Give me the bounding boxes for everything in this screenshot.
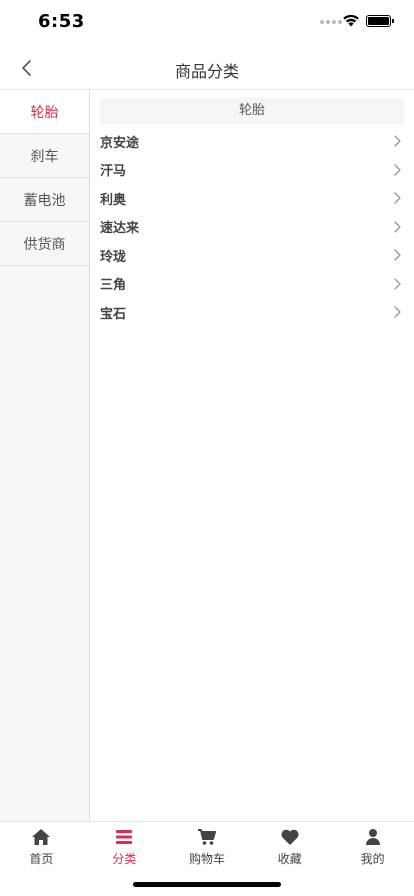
- list-item[interactable]: 玲珑: [100, 241, 404, 270]
- sidebar-item-label: 蓄电池: [23, 192, 66, 209]
- page-title: 商品分类: [174, 62, 239, 81]
- cellular-signal-icon: [320, 20, 342, 24]
- list-item[interactable]: 京安途: [100, 127, 404, 156]
- tab-label: 分类: [112, 852, 137, 866]
- sidebar-item-battery[interactable]: 蓄电池: [0, 178, 89, 222]
- sidebar-item-tires[interactable]: 轮胎: [0, 90, 89, 134]
- tab-favorites[interactable]: 收藏: [248, 822, 331, 872]
- list-item[interactable]: 速达来: [100, 213, 404, 242]
- list-item[interactable]: 三角: [100, 270, 404, 299]
- chevron-right-icon: [394, 221, 401, 233]
- tab-cart[interactable]: 购物车: [166, 822, 249, 872]
- tab-category[interactable]: 分类: [83, 822, 166, 872]
- cart-icon: [197, 829, 216, 845]
- brand-name: 汗马: [100, 164, 127, 180]
- menu-icon: [116, 830, 133, 844]
- chevron-right-icon: [394, 306, 401, 318]
- brand-name: 速达来: [100, 221, 140, 237]
- sidebar-item-suppliers[interactable]: 供货商: [0, 222, 89, 266]
- sidebar-item-label: 轮胎: [30, 104, 59, 121]
- brand-panel: 轮胎 京安途 汗马 利奥 速达来 玲珑 三角 宝石: [100, 98, 404, 327]
- list-item[interactable]: 宝石: [100, 298, 404, 327]
- brand-list: 京安途 汗马 利奥 速达来 玲珑 三角 宝石: [100, 127, 404, 327]
- list-item[interactable]: 汗马: [100, 156, 404, 185]
- sidebar-item-brakes[interactable]: 刹车: [0, 134, 89, 178]
- home-icon: [32, 829, 51, 845]
- tab-label: 收藏: [277, 852, 302, 866]
- brand-name: 京安途: [100, 135, 140, 151]
- tab-profile[interactable]: 我的: [331, 822, 414, 872]
- category-sidebar: 轮胎 刹车 蓄电池 供货商: [0, 90, 90, 821]
- brand-name: 宝石: [100, 306, 127, 322]
- chevron-right-icon: [394, 135, 401, 147]
- home-indicator: [133, 882, 281, 887]
- tab-label: 我的: [360, 852, 385, 866]
- user-icon: [365, 829, 380, 845]
- wifi-icon: [343, 14, 359, 27]
- status-time: 6:53: [38, 11, 85, 32]
- battery-icon: [366, 15, 394, 27]
- chevron-right-icon: [394, 278, 401, 290]
- chevron-right-icon: [394, 249, 401, 261]
- sidebar-item-label: 刹车: [30, 148, 59, 165]
- sidebar-item-label: 供货商: [23, 236, 66, 253]
- tab-label: 首页: [29, 852, 54, 866]
- nav-bar: 商品分类: [0, 46, 414, 90]
- tab-label: 购物车: [188, 852, 225, 866]
- section-header: 轮胎: [100, 98, 404, 124]
- tab-home[interactable]: 首页: [0, 822, 83, 872]
- brand-name: 利奥: [100, 192, 127, 208]
- status-bar: 6:53: [0, 0, 414, 46]
- list-item[interactable]: 利奥: [100, 184, 404, 213]
- chevron-right-icon: [394, 192, 401, 204]
- brand-name: 玲珑: [100, 249, 127, 265]
- brand-name: 三角: [100, 278, 127, 294]
- heart-icon: [281, 829, 299, 845]
- chevron-right-icon: [394, 164, 401, 176]
- tab-bar: 首页 分类 购物车 收藏 我的: [0, 821, 414, 896]
